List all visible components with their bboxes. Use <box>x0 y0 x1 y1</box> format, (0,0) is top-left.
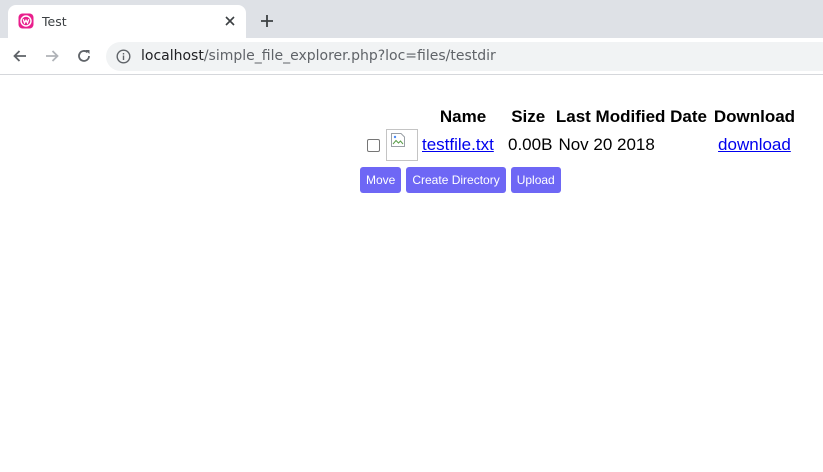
header-download: Download <box>713 107 796 126</box>
row-download-cell: download <box>710 128 798 161</box>
header-select <box>360 106 386 128</box>
row-select-cell <box>360 128 386 161</box>
back-arrow-icon[interactable] <box>11 47 29 65</box>
header-thumbnail <box>386 106 422 128</box>
row-last-modified: Nov 20 2018 <box>558 134 655 154</box>
download-link[interactable]: download <box>718 135 791 154</box>
upload-button[interactable]: Upload <box>510 167 561 193</box>
header-last-modified: Last Modified Date <box>555 107 707 126</box>
row-checkbox[interactable] <box>367 138 380 152</box>
file-name-link[interactable]: testfile.txt <box>422 135 494 154</box>
file-thumbnail <box>386 128 418 161</box>
file-table: Name Size Last Modified Date Download te… <box>360 106 798 161</box>
new-tab-plus-icon[interactable] <box>258 12 276 30</box>
tab-strip: Test <box>0 0 823 38</box>
reload-icon[interactable] <box>75 47 93 65</box>
broken-image-icon <box>391 132 405 147</box>
row-size: 0.00B <box>508 134 553 154</box>
row-name-cell: testfile.txt <box>422 128 504 161</box>
move-button[interactable]: Move <box>360 167 402 193</box>
tab-title: Test <box>42 14 67 29</box>
row-thumbnail-cell <box>386 128 422 161</box>
table-row: testfile.txt 0.00B Nov 20 2018 download <box>360 128 798 161</box>
wamp-favicon-icon <box>18 13 34 29</box>
close-tab-icon[interactable] <box>222 13 238 29</box>
header-size: Size <box>511 107 546 126</box>
url-text: localhost/simple_file_explorer.php?loc=f… <box>141 48 496 64</box>
action-buttons: Move Create Directory Upload <box>360 167 561 193</box>
header-name: Name <box>439 107 487 126</box>
url-path: /simple_file_explorer.php?loc=files/test… <box>203 48 496 64</box>
forward-arrow-icon[interactable] <box>43 47 61 65</box>
create-directory-button[interactable]: Create Directory <box>406 167 506 193</box>
url-host: localhost <box>141 48 204 64</box>
address-bar[interactable]: localhost/simple_file_explorer.php?loc=f… <box>106 42 823 71</box>
tab-active[interactable]: Test <box>8 5 246 38</box>
browser-toolbar: localhost/simple_file_explorer.php?loc=f… <box>0 38 823 75</box>
table-header-row: Name Size Last Modified Date Download <box>360 106 798 128</box>
info-icon[interactable] <box>116 49 131 64</box>
